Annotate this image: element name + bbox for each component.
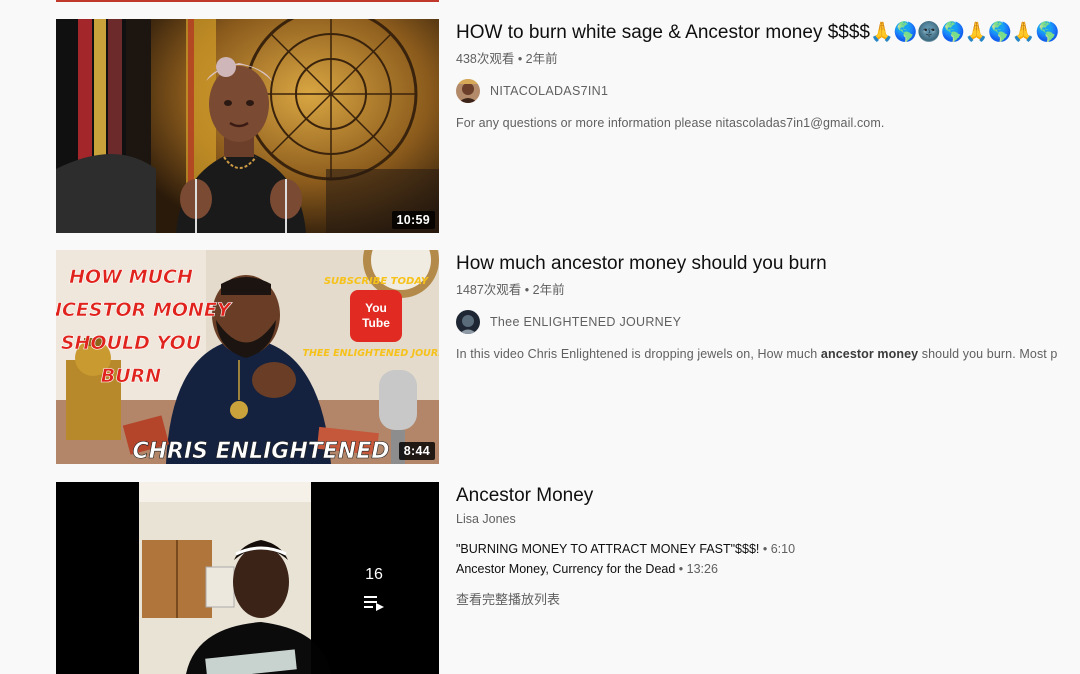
- playlist-thumbnail[interactable]: 16: [56, 482, 439, 674]
- video-info-2: How much ancestor money should you burn …: [456, 250, 1080, 361]
- channel-avatar[interactable]: [456, 310, 480, 334]
- right-edge-scrollbar: [1072, 612, 1080, 652]
- video-thumbnail-2[interactable]: HOW MUCH ANCESTOR MONEY SHOULD YOU BURN …: [56, 250, 439, 464]
- playlist-count: 16: [365, 566, 383, 583]
- video-meta: 1487次观看 • 2年前: [456, 283, 565, 297]
- playlist-title[interactable]: Ancestor Money: [456, 483, 1080, 509]
- thumb-journey-text: THEE ENLIGHTENED JOURNEY: [302, 348, 439, 359]
- channel-row: Thee ENLIGHTENED JOURNEY: [456, 309, 1080, 335]
- thumb-text-line3: SHOULD YOU: [61, 332, 202, 354]
- video-title[interactable]: How much ancestor money should you burn: [456, 251, 1080, 277]
- thumb-name-text: CHRIS ENLIGHTENED: [132, 439, 389, 464]
- video-duration: 10:59: [391, 211, 435, 229]
- video-duration: 8:44: [398, 442, 435, 460]
- playlist-item[interactable]: "BURNING MONEY TO ATTRACT MONEY FAST"$$$…: [456, 542, 1080, 556]
- video-title[interactable]: HOW to burn white sage & Ancestor money …: [456, 20, 1080, 46]
- channel-row: NITACOLADAS7IN1: [456, 78, 1080, 104]
- video-info-1: HOW to burn white sage & Ancestor money …: [456, 19, 1080, 130]
- previous-result-thumbnail-edge: [56, 0, 439, 2]
- thumb-yt-you: You: [365, 301, 387, 315]
- view-full-playlist-link[interactable]: 查看完整播放列表: [456, 589, 1080, 608]
- playlist-channel[interactable]: Lisa Jones: [456, 512, 1080, 526]
- channel-name[interactable]: NITACOLADAS7IN1: [490, 84, 608, 98]
- video-result-1[interactable]: 10:59 HOW to burn white sage & Ancestor …: [56, 19, 1080, 233]
- video-result-2[interactable]: HOW MUCH ANCESTOR MONEY SHOULD YOU BURN …: [56, 250, 1080, 464]
- thumb-subscribe-text: SUBSCRIBE TODAY: [324, 276, 430, 287]
- thumbnail-image-2: HOW MUCH ANCESTOR MONEY SHOULD YOU BURN …: [56, 250, 439, 464]
- playlist-info: Ancestor Money Lisa Jones "BURNING MONEY…: [456, 482, 1080, 608]
- channel-name[interactable]: Thee ENLIGHTENED JOURNEY: [490, 315, 681, 329]
- video-thumbnail-1[interactable]: 10:59: [56, 19, 439, 233]
- thumb-text-line1: HOW MUCH: [69, 266, 193, 288]
- description-highlight: ancestor money: [820, 347, 919, 361]
- playlist-item[interactable]: Ancestor Money, Currency for the Dead • …: [456, 562, 1080, 576]
- thumbnail-image-1: [56, 19, 439, 233]
- video-description: In this video Chris Enlightened is dropp…: [456, 347, 1058, 361]
- video-meta: 438次观看 • 2年前: [456, 52, 558, 66]
- thumb-yt-tube: Tube: [362, 316, 390, 330]
- playlist-result[interactable]: 16 Ancestor Money Lisa Jones "BURNING MO…: [56, 482, 1080, 674]
- thumb-text-line2: ANCESTOR MONEY: [56, 299, 233, 321]
- video-description: For any questions or more information pl…: [456, 116, 885, 130]
- thumbnail-image-3: 16: [56, 482, 439, 674]
- thumb-text-line4: BURN: [101, 365, 162, 387]
- channel-avatar[interactable]: [456, 79, 480, 103]
